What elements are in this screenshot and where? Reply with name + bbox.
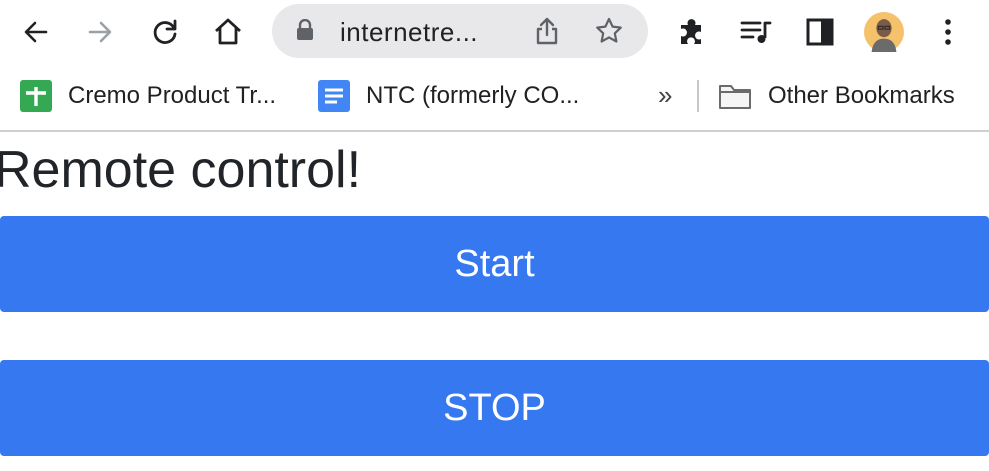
avatar	[864, 12, 904, 52]
reload-icon	[153, 19, 177, 44]
address-bar[interactable]: internetre...	[272, 4, 648, 58]
share-icon[interactable]	[534, 17, 560, 50]
media-queue-icon	[740, 21, 772, 43]
bookmarks-bar: Cremo Product Tr... NTC (formerly CO... …	[0, 64, 989, 132]
start-button[interactable]: Start	[0, 216, 989, 312]
other-bookmarks-label: Other Bookmarks	[768, 82, 955, 109]
home-button[interactable]	[208, 12, 248, 52]
reload-button[interactable]	[145, 12, 185, 52]
arrow-left-icon	[24, 21, 48, 43]
page-title: Remote control!	[0, 141, 362, 199]
bookmarks-overflow-button[interactable]: »	[658, 80, 672, 111]
other-bookmarks[interactable]: Other Bookmarks	[718, 78, 955, 114]
docs-icon	[318, 80, 350, 112]
bookmarks-divider	[697, 80, 699, 112]
sheets-icon	[20, 80, 52, 112]
folder-icon	[719, 85, 751, 109]
kebab-menu-icon	[945, 19, 951, 45]
bookmark-cremo[interactable]: Cremo Product Tr...	[20, 78, 276, 114]
page-content: Remote control! Start STOP	[0, 132, 989, 471]
url-text[interactable]: internetre...	[340, 17, 478, 48]
browser-toolbar: internetre...	[0, 0, 989, 64]
stop-button[interactable]: STOP	[0, 360, 989, 456]
puzzle-icon	[681, 19, 701, 44]
bookmark-label: NTC (formerly CO...	[366, 82, 580, 109]
side-panel-icon	[806, 18, 834, 46]
forward-button[interactable]	[80, 12, 120, 52]
bookmark-label: Cremo Product Tr...	[68, 82, 277, 109]
side-panel-button[interactable]	[800, 12, 840, 52]
profile-avatar[interactable]	[864, 12, 904, 52]
extensions-button[interactable]	[672, 12, 712, 52]
arrow-right-icon	[88, 21, 112, 43]
media-button[interactable]	[736, 12, 776, 52]
home-icon	[215, 18, 241, 45]
bookmark-star-icon[interactable]	[594, 16, 624, 51]
menu-button[interactable]	[928, 12, 968, 52]
lock-icon	[296, 18, 314, 46]
back-button[interactable]	[16, 12, 56, 52]
bookmark-ntc[interactable]: NTC (formerly CO...	[318, 78, 579, 114]
